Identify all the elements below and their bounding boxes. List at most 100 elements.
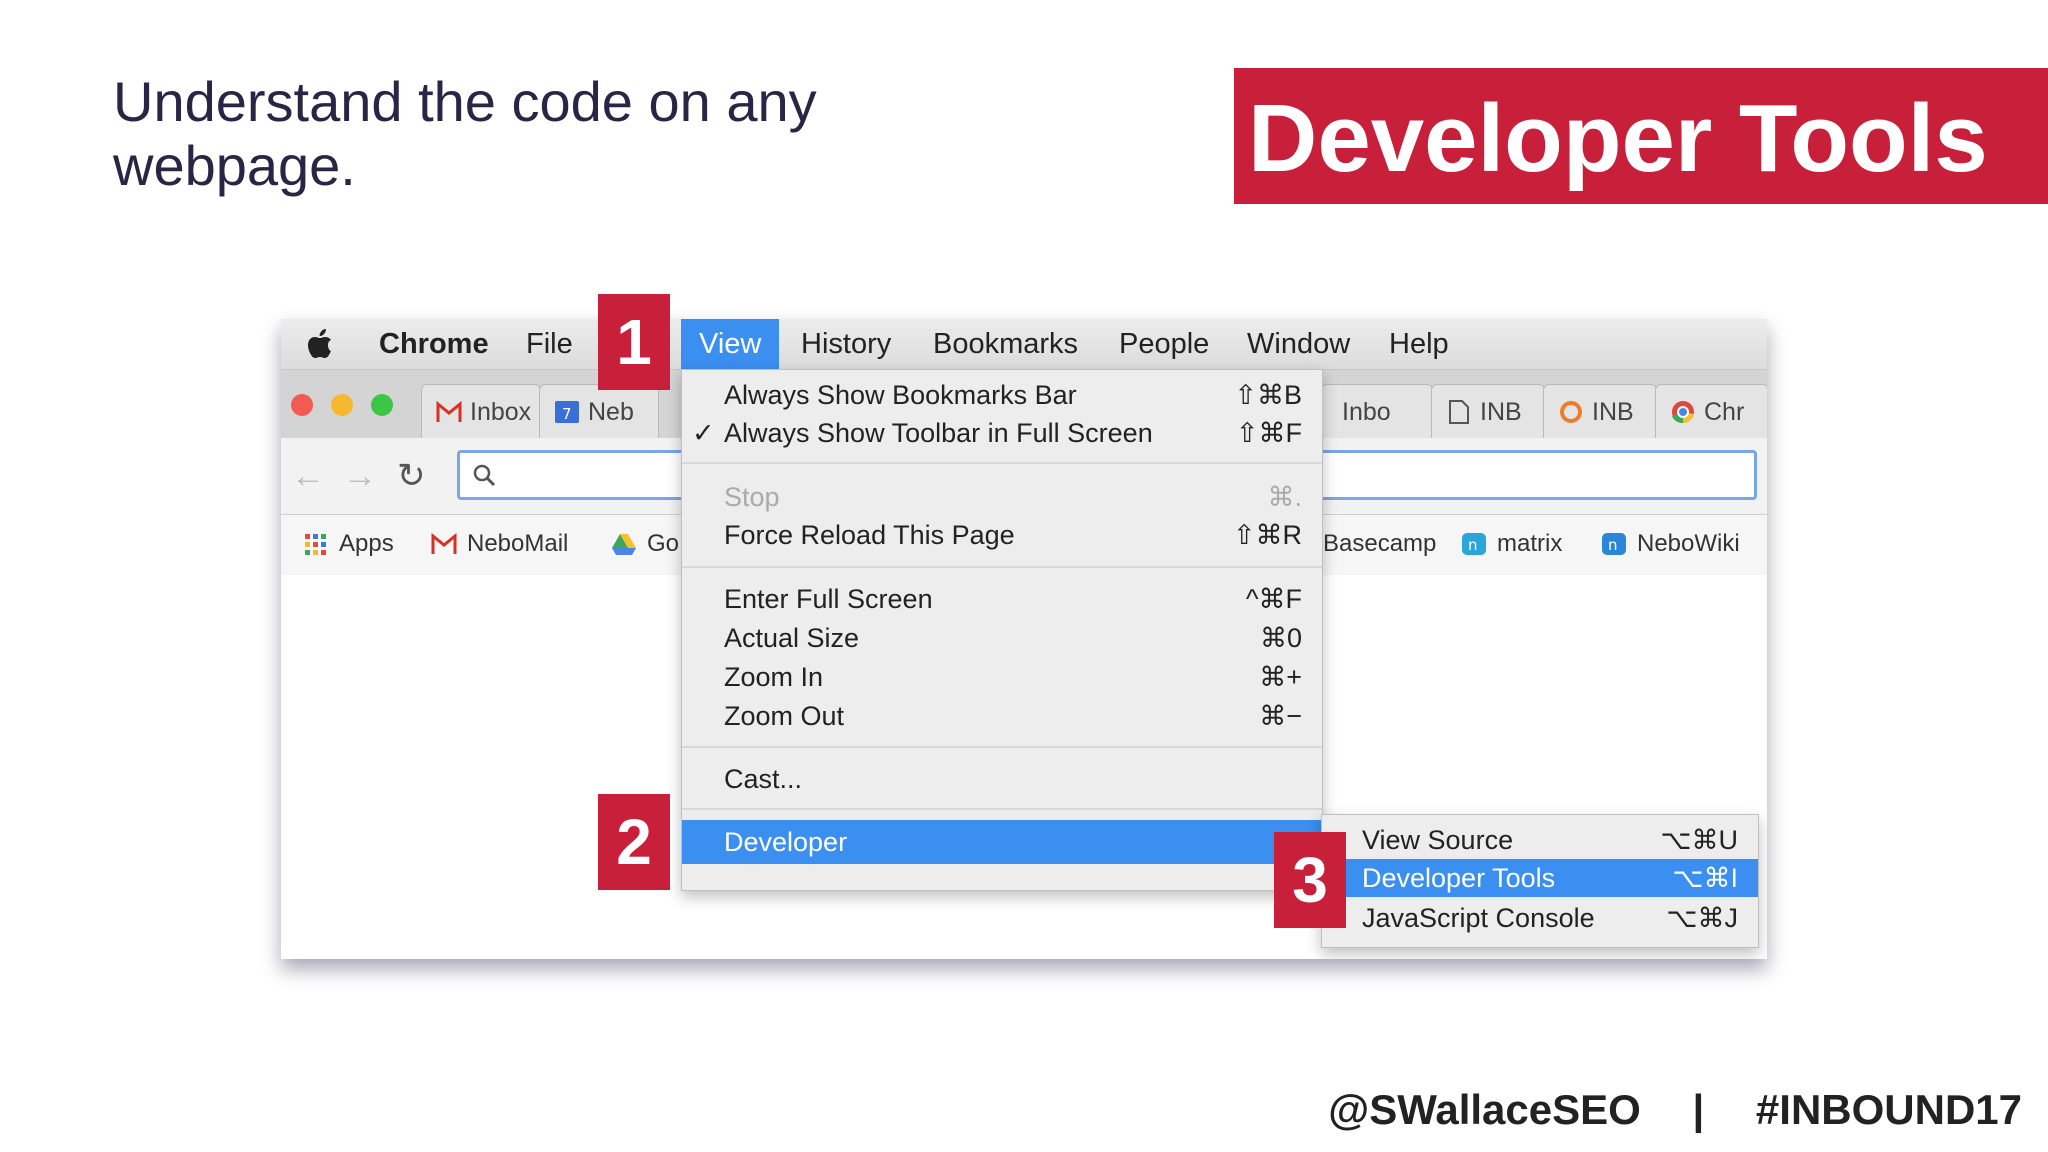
tab-label: INB xyxy=(1480,398,1522,426)
step-badge-1: 1 xyxy=(598,294,670,390)
minimize-window-button[interactable] xyxy=(331,394,353,416)
menu-item-label: View Source xyxy=(1362,825,1514,855)
menu-item-always-show-toolbar[interactable]: ✓ Always Show Toolbar in Full Screen ⇧⌘F xyxy=(682,414,1322,452)
bookmark-label: Apps xyxy=(339,530,394,557)
apps-grid-icon xyxy=(305,534,326,555)
footer-hashtag: #INBOUND17 xyxy=(1755,1086,2022,1133)
gmail-icon xyxy=(436,400,462,422)
chrome-icon xyxy=(1672,401,1694,424)
menu-item-label: Zoom In xyxy=(724,662,824,692)
developer-submenu: View Source ⌥⌘U Developer Tools ⌥⌘I Java… xyxy=(1321,814,1759,948)
menu-item-label: Always Show Bookmarks Bar xyxy=(724,380,1077,410)
menu-item-always-show-bookmarks-bar[interactable]: Always Show Bookmarks Bar ⇧⌘B xyxy=(682,376,1322,414)
tab-label: Inbox xyxy=(470,398,532,426)
menu-item-shortcut: ⌥⌘J xyxy=(1666,903,1738,933)
menu-separator xyxy=(682,808,1322,810)
menu-item-label: Force Reload This Page xyxy=(724,520,1015,550)
menu-item-label: Always Show Toolbar in Full Screen xyxy=(724,418,1153,448)
submenu-item-developer-tools[interactable]: Developer Tools ⌥⌘I xyxy=(1322,859,1758,897)
checkmark-icon: ✓ xyxy=(692,418,715,448)
tab-label: Inbo xyxy=(1342,398,1391,426)
menu-item-developer[interactable]: Developer xyxy=(682,820,1322,864)
google-drive-icon xyxy=(612,534,636,555)
menu-item-shortcut: ⇧⌘R xyxy=(1232,520,1302,550)
tab-chr[interactable]: Chr xyxy=(1655,384,1767,439)
view-menu: Always Show Bookmarks Bar ⇧⌘B ✓ Always S… xyxy=(681,369,1323,891)
menu-people[interactable]: People xyxy=(1119,319,1209,369)
wiki-icon: n xyxy=(1602,533,1626,555)
menu-item-label: Actual Size xyxy=(724,623,860,653)
tab-label: Neb xyxy=(588,398,634,426)
svg-text:7: 7 xyxy=(562,405,572,423)
back-arrow-icon[interactable]: ← xyxy=(291,458,325,494)
reload-icon[interactable]: ↻ xyxy=(397,458,426,494)
menu-item-actual-size[interactable]: Actual Size ⌘0 xyxy=(682,619,1322,657)
bookmark-label: matrix xyxy=(1497,530,1563,557)
menu-separator xyxy=(682,746,1322,748)
menu-item-zoom-out[interactable]: Zoom Out ⌘− xyxy=(682,697,1322,735)
menu-view[interactable]: View xyxy=(681,319,780,369)
menu-item-stop: Stop ⌘. xyxy=(682,478,1322,516)
menu-item-label: Zoom Out xyxy=(724,701,845,731)
step-badge-2: 2 xyxy=(598,794,670,890)
submenu-item-javascript-console[interactable]: JavaScript Console ⌥⌘J xyxy=(1322,899,1758,937)
forward-arrow-icon[interactable]: → xyxy=(343,458,377,494)
calendar-icon: 7 xyxy=(555,401,579,423)
menu-item-force-reload[interactable]: Force Reload This Page ⇧⌘R xyxy=(682,516,1322,554)
document-icon xyxy=(1449,400,1469,424)
bookmark-label: NeboMail xyxy=(467,530,569,557)
tab-inbo[interactable]: Inbo xyxy=(1321,384,1433,439)
menu-item-shortcut: ⌥⌘U xyxy=(1660,825,1738,855)
slide-footer: @SWallaceSEO | #INBOUND17 xyxy=(1328,1086,2022,1134)
menu-help[interactable]: Help xyxy=(1389,319,1449,369)
step-badge-3: 3 xyxy=(1274,832,1346,928)
menu-item-shortcut: ⌘+ xyxy=(1259,662,1302,692)
menu-item-label: Developer xyxy=(724,827,848,857)
menu-separator xyxy=(682,462,1322,464)
slide-subtitle: Understand the code on any webpage. xyxy=(113,70,817,197)
bookmark-label: NeboWiki xyxy=(1637,530,1740,557)
apple-icon[interactable] xyxy=(307,329,333,359)
menu-item-shortcut: ⌘. xyxy=(1267,482,1302,512)
menu-item-label: JavaScript Console xyxy=(1362,903,1595,933)
menu-item-enter-full-screen[interactable]: Enter Full Screen ^⌘F xyxy=(682,580,1322,618)
bookmark-label: Basecamp xyxy=(1323,530,1437,557)
menu-item-shortcut: ⌘0 xyxy=(1259,623,1302,653)
menu-chrome[interactable]: Chrome xyxy=(379,319,489,369)
menu-item-cast[interactable]: Cast... xyxy=(682,760,1322,798)
menu-history[interactable]: History xyxy=(801,319,891,369)
zoom-window-button[interactable] xyxy=(371,394,393,416)
mac-menubar: Chrome File View History Bookmarks Peopl… xyxy=(281,319,1767,370)
tab-label: INB xyxy=(1592,398,1634,426)
menu-item-shortcut: ⌘− xyxy=(1259,701,1302,731)
tab-neb[interactable]: 7 Neb xyxy=(539,384,659,439)
menu-item-label: Cast... xyxy=(724,764,803,794)
menu-item-label: Developer Tools xyxy=(1362,863,1556,893)
bookmark-label: Go xyxy=(647,530,680,557)
footer-handle: @SWallaceSEO xyxy=(1328,1086,1641,1133)
menu-item-label: Enter Full Screen xyxy=(724,584,933,614)
tab-inb-doc[interactable]: INB xyxy=(1431,384,1545,439)
tab-label: Chr xyxy=(1704,398,1745,426)
menu-file[interactable]: File xyxy=(526,319,573,369)
submenu-item-view-source[interactable]: View Source ⌥⌘U xyxy=(1322,821,1758,859)
menu-window[interactable]: Window xyxy=(1247,319,1350,369)
menu-item-label: Stop xyxy=(724,482,780,512)
tab-inb-hubspot[interactable]: INB xyxy=(1543,384,1657,439)
matrix-icon: n xyxy=(1462,533,1486,555)
svg-text:n: n xyxy=(1468,536,1478,554)
menu-item-shortcut: ^⌘F xyxy=(1245,584,1302,614)
search-icon xyxy=(473,464,496,487)
close-window-button[interactable] xyxy=(291,394,313,416)
menu-item-shortcut: ⌥⌘I xyxy=(1672,863,1738,893)
browser-screenshot: Chrome File View History Bookmarks Peopl… xyxy=(281,319,1767,959)
svg-text:n: n xyxy=(1608,536,1618,554)
menu-separator xyxy=(682,566,1322,568)
slide-title: Developer Tools xyxy=(1248,85,1988,192)
tab-inbox[interactable]: Inbox xyxy=(421,384,541,439)
menu-item-zoom-in[interactable]: Zoom In ⌘+ xyxy=(682,658,1322,696)
menu-bookmarks[interactable]: Bookmarks xyxy=(933,319,1078,369)
title-banner: Developer Tools xyxy=(1234,68,2048,204)
menu-item-shortcut: ⇧⌘B xyxy=(1234,380,1302,410)
gmail-icon xyxy=(431,532,457,554)
